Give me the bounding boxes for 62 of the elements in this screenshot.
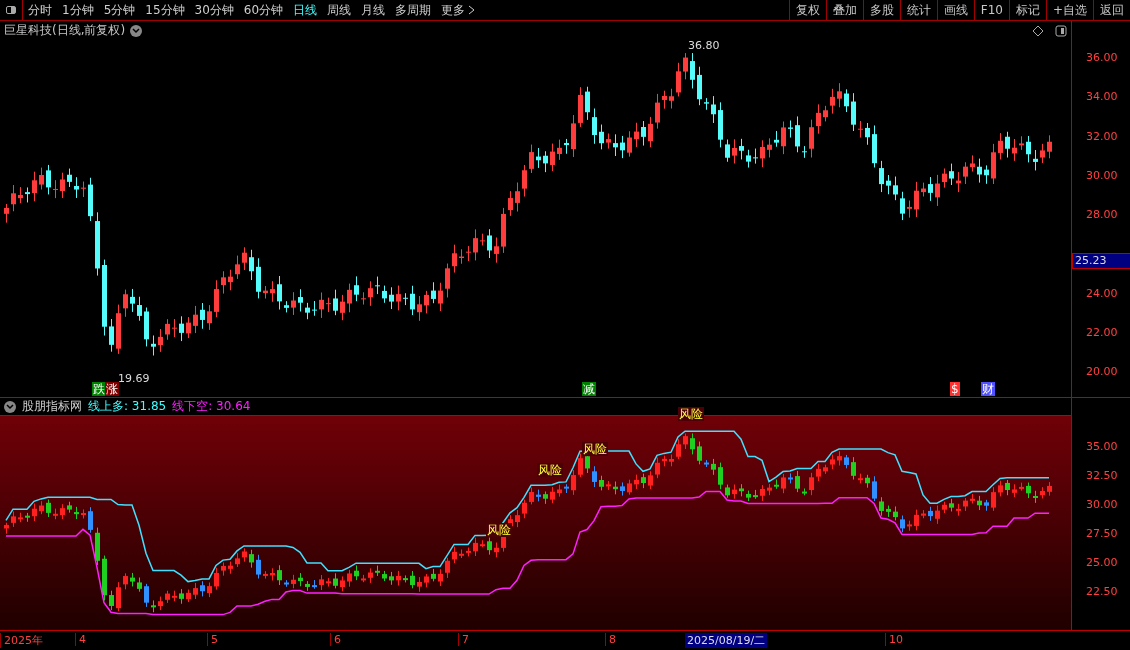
toolbar-button[interactable]: 多股: [862, 0, 900, 20]
price-tick: 30.00: [1086, 168, 1118, 183]
date-label: 2025年: [0, 633, 43, 648]
price-tick: 28.00: [1086, 208, 1118, 222]
signal-badge: 涨: [105, 382, 119, 396]
chevron-right-icon: [468, 5, 476, 15]
toolbar-button[interactable]: 标记: [1008, 0, 1046, 20]
period-tab[interactable]: 5分钟: [98, 1, 141, 19]
toolbar-button[interactable]: 复权: [788, 0, 826, 20]
date-label: 8: [605, 633, 616, 646]
indicator-reading: 线上多: 31.85: [88, 398, 167, 415]
period-tab[interactable]: 分时: [23, 1, 57, 19]
risk-label: 风险: [678, 407, 704, 421]
date-label: 7: [458, 633, 469, 646]
indicator-name: 股朋指标网: [22, 398, 82, 415]
price-tick: 27.50: [1086, 527, 1118, 541]
dropdown-icon[interactable]: [130, 24, 143, 37]
chart-tool-icons[interactable]: [1033, 25, 1068, 37]
chart-title: 巨星科技(日线,前复权): [4, 22, 126, 39]
price-tick: 25.00: [1086, 556, 1118, 570]
period-tab[interactable]: 60分钟: [238, 1, 289, 19]
risk-label: 风险: [537, 463, 563, 477]
low-price-label: 19.69: [118, 372, 150, 385]
price-tick: 34.00: [1086, 90, 1118, 105]
risk-label: 风险: [486, 523, 512, 537]
dropdown-icon[interactable]: [4, 400, 16, 413]
price-tick: 35.00: [1086, 440, 1118, 454]
price-tick: 22.50: [1086, 585, 1118, 599]
period-tab[interactable]: 日线: [288, 1, 323, 19]
price-tick: 22.00: [1086, 325, 1118, 340]
price-tick: 32.00: [1086, 129, 1118, 144]
current-price-label: 25.23: [1072, 253, 1130, 269]
indicator-reading: 线下空: 30.64: [172, 398, 251, 415]
price-tick: 32.50: [1086, 469, 1118, 483]
more-tab[interactable]: 更多: [436, 1, 471, 19]
period-tab[interactable]: 月线: [356, 1, 391, 19]
price-tick: 20.00: [1086, 365, 1118, 379]
risk-label: 风险: [582, 442, 608, 456]
cursor-date-label: 2025/08/19/二: [685, 633, 768, 648]
toolbar-button[interactable]: 叠加: [825, 0, 863, 20]
period-tab[interactable]: 1分钟: [57, 1, 99, 19]
high-price-label: 36.80: [688, 39, 720, 52]
price-tick: 24.00: [1086, 286, 1118, 301]
price-tick: 36.00: [1086, 51, 1118, 65]
toolbar-button[interactable]: 统计: [899, 0, 937, 20]
period-tab[interactable]: 周线: [322, 1, 357, 19]
date-label: 4: [75, 633, 86, 646]
signal-badge: 跌: [92, 382, 106, 396]
date-label: 6: [330, 633, 341, 646]
toolbar-button[interactable]: 返回: [1093, 0, 1130, 20]
signal-badge: 财: [981, 382, 995, 396]
period-tab[interactable]: 多周期: [390, 1, 437, 19]
toolbar-button[interactable]: 画线: [936, 0, 974, 20]
signal-badge: $: [950, 382, 960, 396]
signal-badge: 减: [582, 382, 596, 396]
price-tick: 30.00: [1086, 498, 1118, 512]
date-label: 10: [885, 633, 903, 646]
period-tab[interactable]: 30分钟: [189, 1, 239, 19]
toolbar-button[interactable]: +自选: [1045, 0, 1093, 20]
toolbar-button[interactable]: F10: [973, 0, 1009, 20]
period-tab[interactable]: 15分钟: [140, 1, 190, 19]
date-label: 5: [207, 633, 218, 646]
